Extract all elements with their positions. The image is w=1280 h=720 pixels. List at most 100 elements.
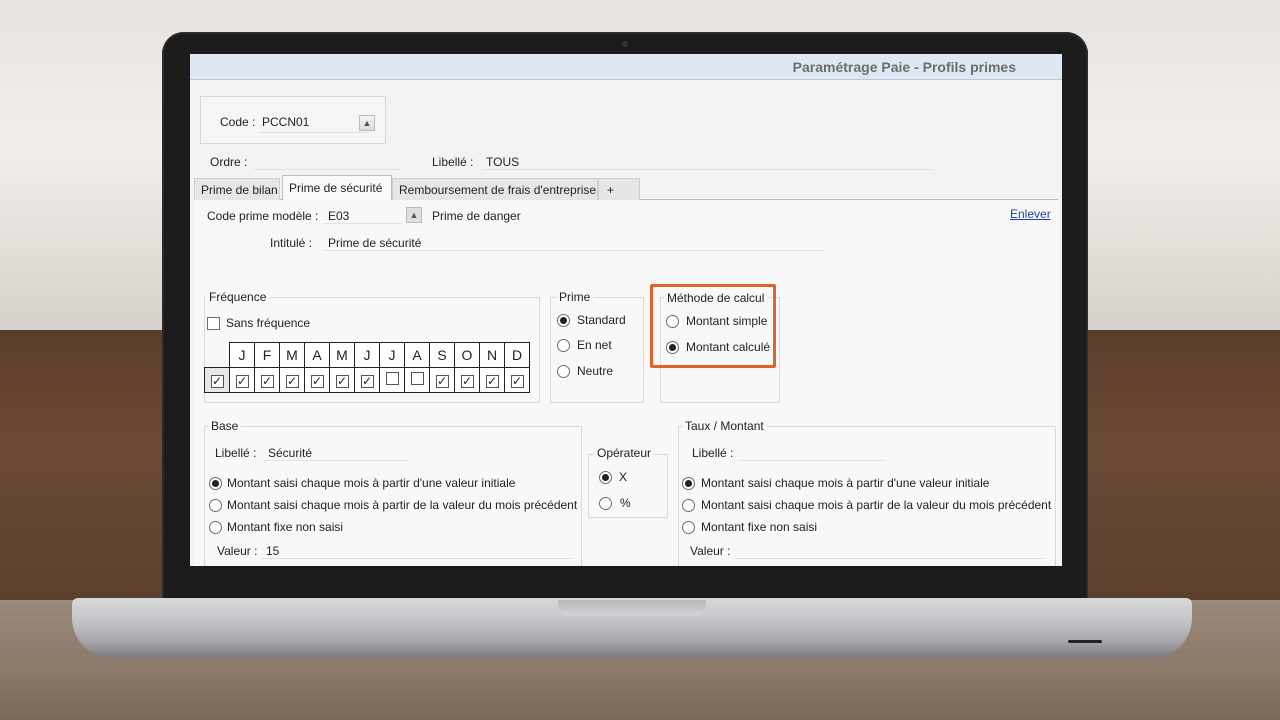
methode-highlight-box [650,284,776,368]
prime-title: Prime [556,290,594,304]
add-tab-button[interactable]: + [598,178,640,200]
base-option-initial-radio[interactable] [209,477,222,490]
ordre-label: Ordre : [210,155,248,169]
code-label: Code : [220,115,256,129]
month-checkbox[interactable] [385,372,399,385]
month-cell: ✓ [479,367,505,393]
month-header: J [354,342,380,368]
ordre-field[interactable] [254,150,400,170]
base-option-initial-label: Montant saisi chaque mois à partir d'une… [227,476,516,490]
month-header: J [229,342,255,368]
remove-link[interactable]: Enlever [1010,207,1051,221]
taux-option-initial-radio[interactable] [682,477,695,490]
code-modele-field [324,204,402,224]
month-cell: ✓ [504,367,530,393]
month-header: M [329,342,355,368]
month-header: S [429,342,455,368]
code-field-underline [259,113,369,133]
month-header: D [504,342,530,368]
taux-valeur-label: Valeur : [690,544,731,558]
month-cell: ✓ [429,367,455,393]
operateur-percent-label: % [620,496,631,510]
base-option-previous-radio[interactable] [209,499,222,512]
taux-option-previous-radio[interactable] [682,499,695,512]
operateur-title: Opérateur [594,446,655,460]
month-cell: ✓ [329,367,355,393]
base-option-previous-label: Montant saisi chaque mois à partir de la… [227,498,578,512]
taux-libelle-field [740,441,884,461]
frequence-title: Fréquence [206,290,270,304]
base-valeur-field [262,539,572,559]
trackpad-notch [558,600,706,616]
prime-en-net-radio[interactable] [557,339,570,352]
base-libelle-field [264,441,408,461]
taux-option-fixed-radio[interactable] [682,521,695,534]
taux-option-fixed-label: Montant fixe non saisi [701,520,818,534]
month-checkbox[interactable]: ✓ [335,375,349,388]
taux-title: Taux / Montant [682,419,767,433]
month-checkbox[interactable]: ✓ [310,375,324,388]
code-panel: Code : PCCN01 ▲ [200,96,386,144]
laptop-base [72,598,1192,658]
month-header: O [454,342,480,368]
base-libelle-label: Libellé : [215,446,257,460]
libelle-field [482,150,934,170]
code-modele-description: Prime de danger [432,209,521,223]
month-cell: ✓ [279,367,305,393]
month-cell: ✓ [354,367,380,393]
prime-neutre-label: Neutre [577,364,614,378]
month-cell: ✓ [229,367,255,393]
status-led [1068,640,1102,643]
month-checkbox[interactable]: ✓ [510,375,524,388]
months-check-row: ✓ ✓ ✓ ✓ ✓ ✓ ✓ ✓ ✓ ✓ ✓ [204,367,530,393]
prime-en-net-label: En net [577,338,612,352]
month-header: A [404,342,430,368]
base-title: Base [208,419,242,433]
taux-valeur-field [734,539,1044,559]
month-checkbox[interactable]: ✓ [260,375,274,388]
camera-icon [622,41,628,47]
months-header-row: J F M A M J J A S O N D [205,342,530,368]
month-checkbox[interactable]: ✓ [485,375,499,388]
months-grid: J F M A M J J A S O N D ✓ ✓ ✓ ✓ ✓ ✓ ✓ ✓ … [204,342,530,393]
code-lookup-button[interactable]: ▲ [359,115,375,131]
operateur-x-label: X [619,470,628,484]
month-header: A [304,342,330,368]
month-header: F [254,342,280,368]
prime-neutre-radio[interactable] [557,365,570,378]
month-checkbox[interactable]: ✓ [435,375,449,388]
month-checkbox[interactable] [410,372,424,385]
month-checkbox[interactable]: ✓ [285,375,299,388]
tab-prime-de-securite[interactable]: Prime de sécurité [282,175,392,200]
app-window: Paramétrage Paie - Profils primes Code :… [190,54,1062,566]
base-option-fixed-label: Montant fixe non saisi [227,520,344,534]
all-months-checkbox[interactable]: ✓ [210,375,224,388]
libelle-label: Libellé : [432,155,474,169]
prime-standard-radio[interactable] [557,314,570,327]
prime-standard-label: Standard [577,313,626,327]
sans-frequence-checkbox[interactable] [207,317,220,330]
month-cell [404,367,430,393]
sans-frequence-label: Sans fréquence [226,316,311,330]
month-header: J [379,342,405,368]
month-checkbox[interactable]: ✓ [360,375,374,388]
code-modele-label: Code prime modèle : [207,209,319,223]
operateur-percent-radio[interactable] [599,497,612,510]
taux-option-initial-label: Montant saisi chaque mois à partir d'une… [701,476,990,490]
tab-prime-de-bilan[interactable]: Prime de bilan [194,178,280,200]
base-option-fixed-radio[interactable] [209,521,222,534]
code-modele-lookup-button[interactable]: ▲ [406,207,422,223]
operateur-x-radio[interactable] [599,471,612,484]
month-checkbox[interactable]: ✓ [235,375,249,388]
month-cell: ✓ [454,367,480,393]
tab-remboursement-frais[interactable]: Remboursement de frais d'entreprise [392,178,598,200]
intitule-field [324,231,824,251]
month-cell [379,367,405,393]
month-header: N [479,342,505,368]
month-header: M [279,342,305,368]
all-months-cell: ✓ [204,367,230,393]
taux-option-previous-label: Montant saisi chaque mois à partir de la… [701,498,1052,512]
month-checkbox[interactable]: ✓ [460,375,474,388]
month-cell: ✓ [304,367,330,393]
intitule-label: Intitulé : [270,236,313,250]
